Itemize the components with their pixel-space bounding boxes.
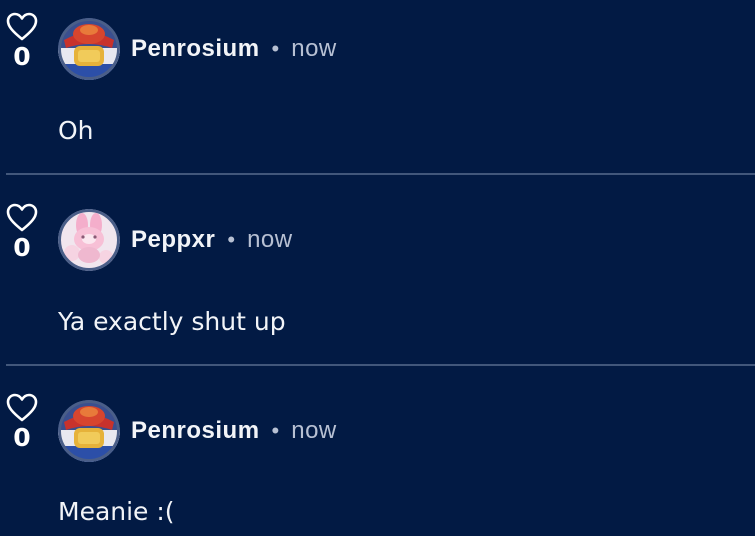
comment-header: Penrosium • now [131,411,337,451]
like-section: 0 [4,12,40,70]
pink-bunny-avatar [58,209,120,271]
like-section: 0 [4,203,40,261]
comment-feed: 0 Penrosium • now Oh 0 Peppxr • now Ya e… [0,0,755,536]
timestamp: now [291,35,337,62]
timestamp: now [247,226,293,253]
comment-header: Penrosium • now [131,29,337,69]
separator-dot: • [271,36,280,61]
username[interactable]: Penrosium [131,417,260,445]
divider [6,364,755,366]
separator-dot: • [271,418,280,443]
like-count: 0 [13,233,31,262]
heart-icon[interactable] [6,12,38,42]
hamster-with-hat-avatar [58,18,120,80]
avatar[interactable] [58,400,120,462]
comment-header: Peppxr • now [131,220,293,260]
timestamp: now [291,417,337,444]
username[interactable]: Penrosium [131,35,260,63]
heart-icon[interactable] [6,203,38,233]
like-count: 0 [13,423,31,452]
heart-icon[interactable] [6,393,38,423]
username[interactable]: Peppxr [131,226,215,254]
avatar[interactable] [58,209,120,271]
like-count: 0 [13,42,31,71]
comment-text: Ya exactly shut up [58,307,286,336]
comment-text: Meanie :( [58,497,175,526]
comment-text: Oh [58,116,94,145]
like-section: 0 [4,393,40,451]
separator-dot: • [227,227,236,252]
hamster-with-hat-avatar [58,400,120,462]
divider [6,173,755,175]
avatar[interactable] [58,18,120,80]
